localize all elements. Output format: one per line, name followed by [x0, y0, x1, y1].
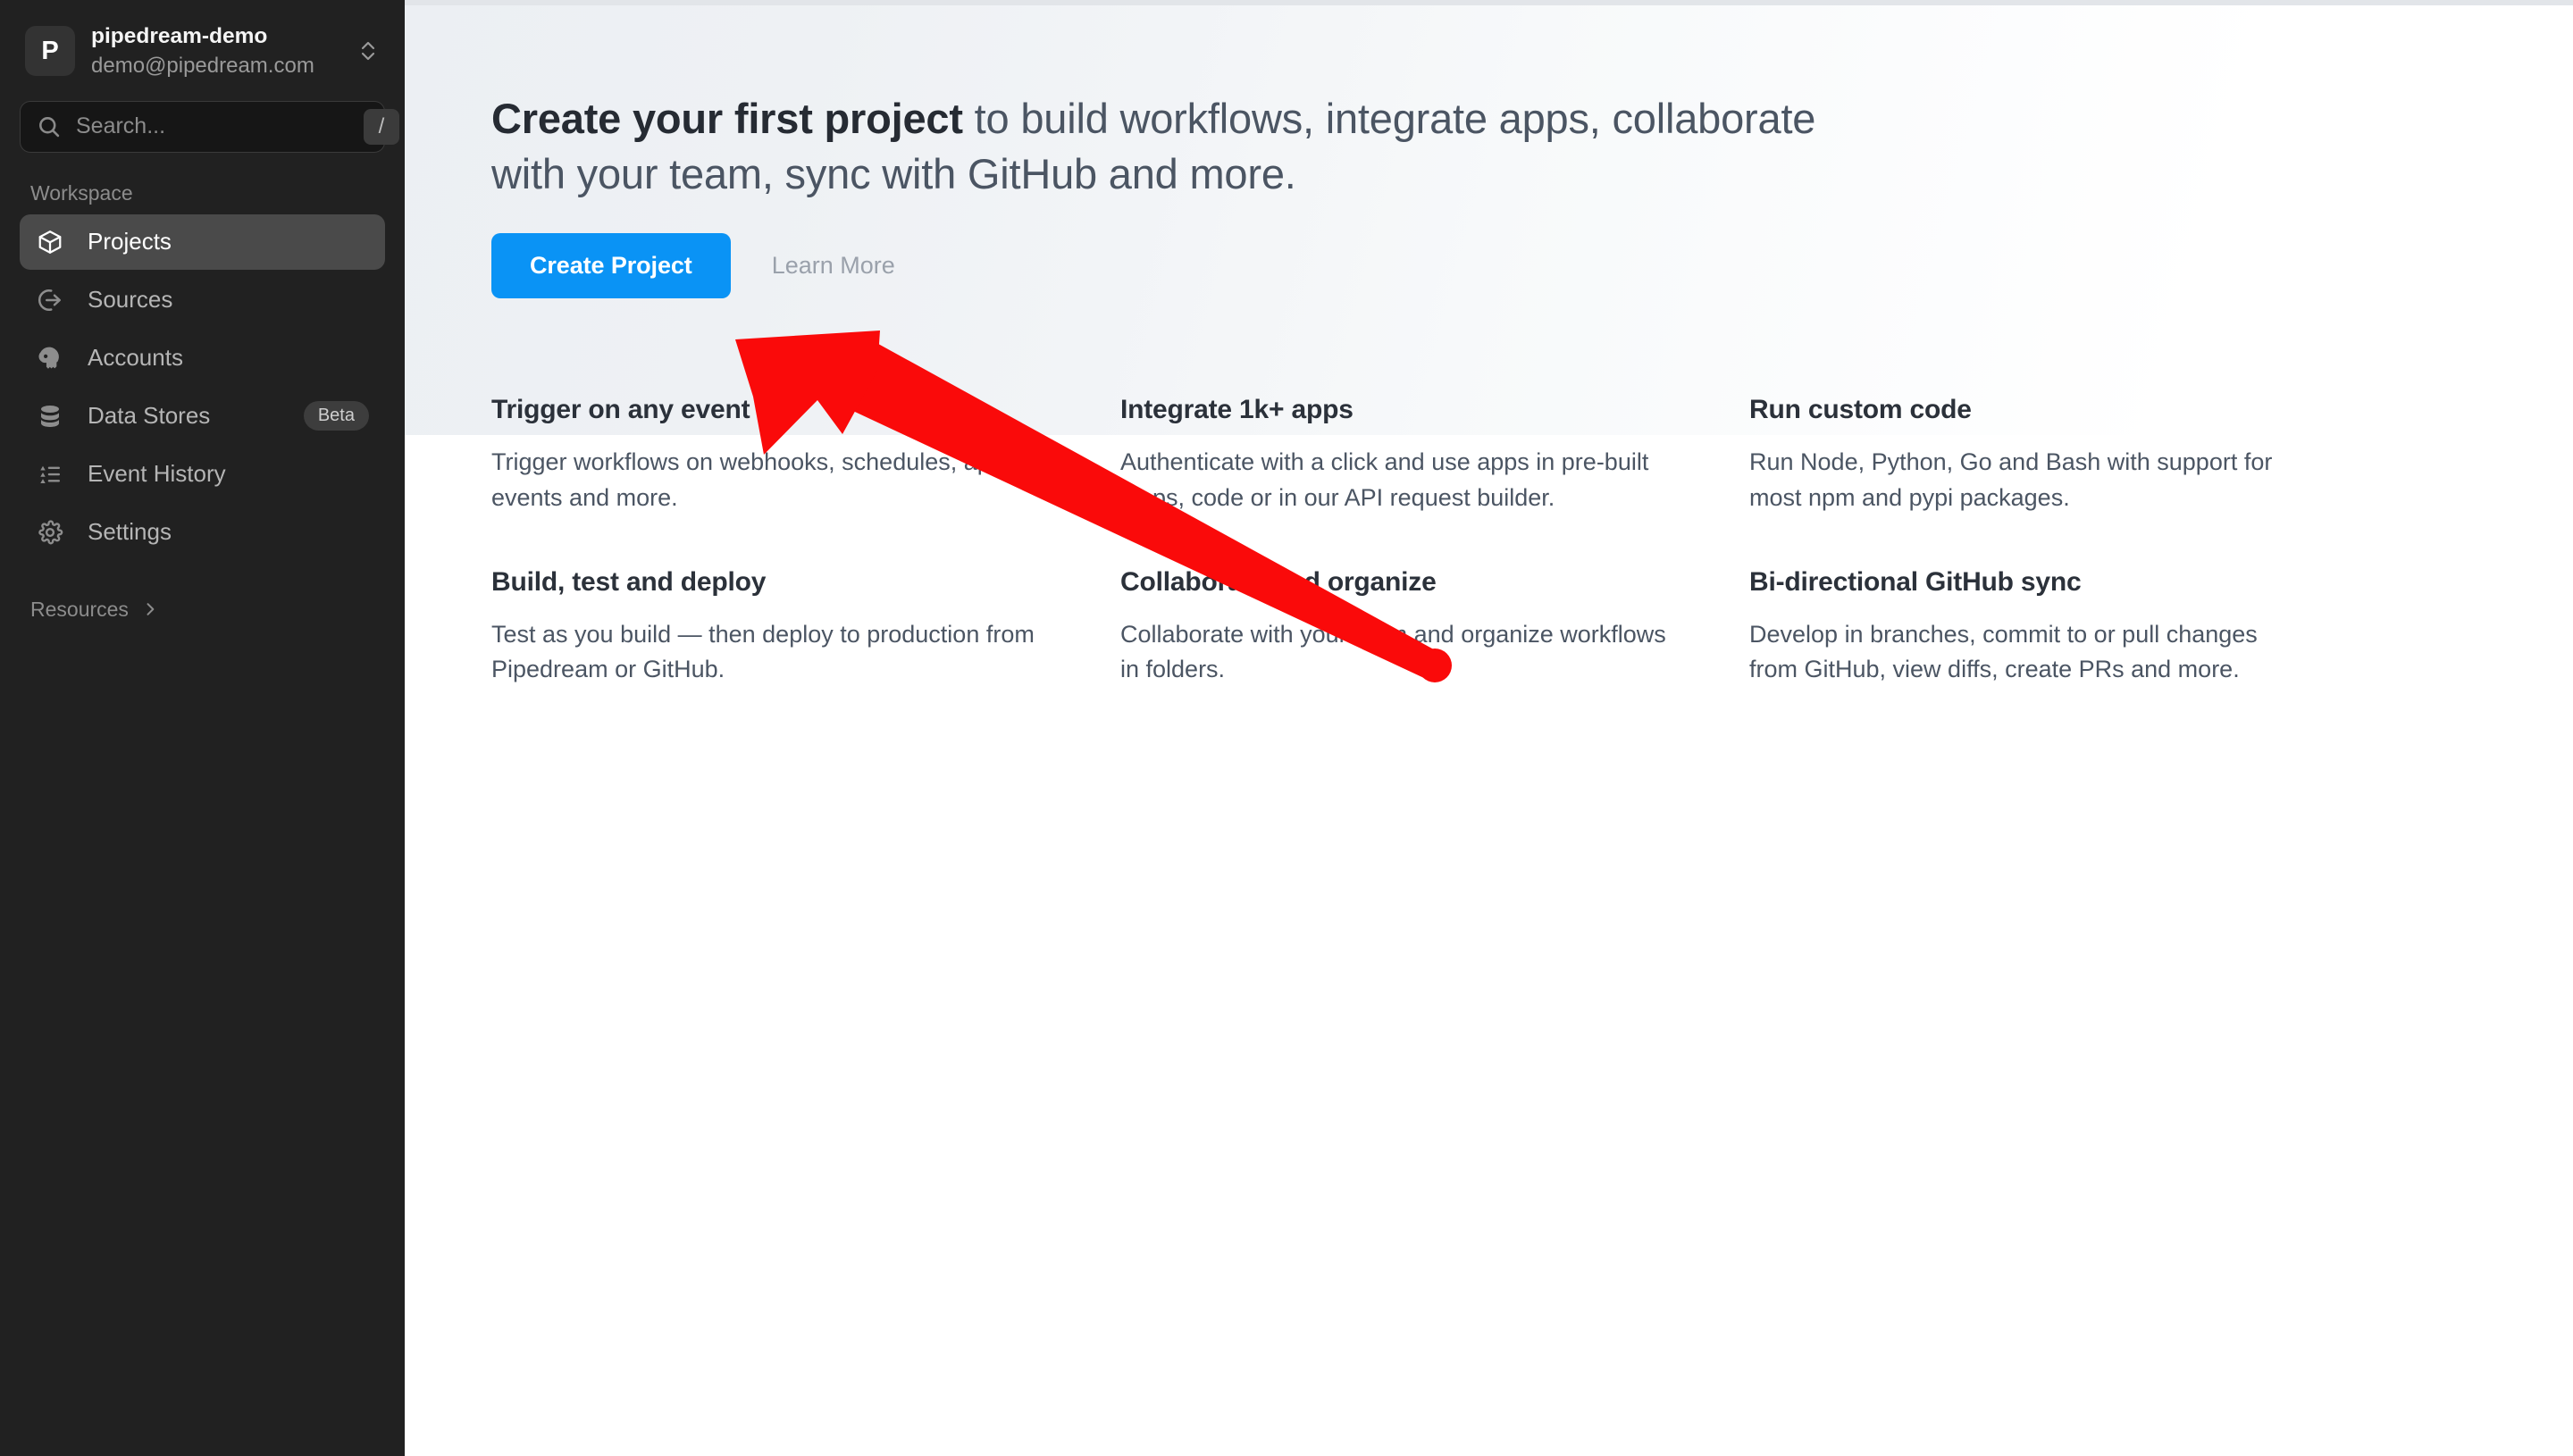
create-project-button[interactable]: Create Project: [491, 233, 731, 299]
feature-card: Integrate 1k+ apps Authenticate with a c…: [1120, 395, 1749, 515]
features-grid: Trigger on any event Trigger workflows o…: [491, 395, 2457, 688]
feature-description: Develop in branches, commit to or pull c…: [1749, 620, 2258, 683]
feature-description: Test as you build — then deploy to produ…: [491, 620, 1035, 683]
gear-icon: [32, 519, 68, 546]
sidebar-item-accounts[interactable]: Accounts: [20, 331, 385, 386]
feature-card: Collaborate and organize Collaborate wit…: [1120, 567, 1749, 688]
content-area: Create your first project to build workf…: [405, 0, 2573, 1456]
feature-title: Build, test and deploy: [491, 566, 767, 597]
feature-description: Trigger workflows on webhooks, schedules…: [491, 448, 1004, 511]
sidebar-item-label: Data Stores: [88, 402, 211, 430]
workspace-switcher[interactable]: P pipedream-demo demo@pipedream.com: [20, 18, 385, 85]
resources-label: Resources: [30, 597, 129, 621]
search-input[interactable]: [76, 113, 364, 140]
sidebar-item-label: Event History: [88, 460, 226, 488]
workspace-text: pipedream-demo demo@pipedream.com: [91, 23, 356, 79]
sidebar-item-projects[interactable]: Projects: [20, 213, 385, 270]
source-exit-arrow-icon: [32, 287, 68, 314]
search-icon: [37, 114, 62, 139]
event-list-icon: [32, 461, 68, 488]
feature-description: Collaborate with your team and organize …: [1120, 620, 1666, 683]
feature-card: Run custom code Run Node, Python, Go and…: [1749, 395, 2378, 515]
sidebar-item-label: Accounts: [88, 344, 183, 372]
sidebar-item-event-history[interactable]: Event History: [20, 447, 385, 502]
search-box[interactable]: /: [20, 100, 399, 153]
chevron-right-icon[interactable]: [141, 600, 159, 618]
feature-description: Run Node, Python, Go and Bash with suppo…: [1749, 448, 2273, 511]
feature-card: Bi-directional GitHub sync Develop in br…: [1749, 567, 2378, 688]
feature-title: Integrate 1k+ apps: [1120, 395, 1354, 425]
sidebar-item-sources[interactable]: Sources: [20, 272, 385, 328]
sidebar-item-settings[interactable]: Settings: [20, 505, 385, 560]
cube-icon: [32, 229, 68, 255]
page-title: Create your first project to build workf…: [491, 91, 1885, 201]
app-root: P pipedream-demo demo@pipedream.com /: [0, 0, 2573, 1456]
feature-card: Trigger on any event Trigger workflows o…: [491, 395, 1120, 515]
beta-badge: Beta: [303, 401, 369, 431]
workspace-avatar: P: [25, 26, 75, 77]
sidebar: P pipedream-demo demo@pipedream.com /: [0, 0, 405, 1456]
sidebar-item-data-stores[interactable]: Data Stores Beta: [20, 389, 385, 444]
search-shortcut-key: /: [364, 108, 399, 145]
sidebar-item-label: Projects: [88, 228, 172, 255]
sidebar-item-label: Settings: [88, 518, 172, 546]
database-icon: [32, 403, 68, 430]
feature-title: Bi-directional GitHub sync: [1749, 566, 2082, 597]
feature-title: Trigger on any event: [491, 395, 750, 425]
feature-title: Collaborate and organize: [1120, 566, 1437, 597]
workspace-email: demo@pipedream.com: [91, 53, 314, 78]
feature-description: Authenticate with a click and use apps i…: [1120, 448, 1649, 511]
sidebar-section-label: Workspace: [30, 180, 133, 205]
main-content: Create your first project to build workf…: [405, 0, 2573, 1456]
sidebar-resources-group[interactable]: Resources: [20, 598, 385, 622]
chevron-up-down-icon[interactable]: [356, 37, 380, 65]
hero-actions: Create Project Learn More: [491, 233, 2573, 299]
feature-card: Build, test and deploy Test as you build…: [491, 567, 1120, 688]
learn-more-link[interactable]: Learn More: [758, 233, 909, 298]
key-icon: [32, 345, 68, 372]
sidebar-item-label: Sources: [88, 286, 173, 314]
workspace-name: pipedream-demo: [91, 24, 268, 48]
feature-title: Run custom code: [1749, 395, 1972, 425]
hero-section: Create your first project to build workf…: [491, 0, 2573, 299]
page-title-emphasis: Create your first project: [491, 95, 963, 142]
